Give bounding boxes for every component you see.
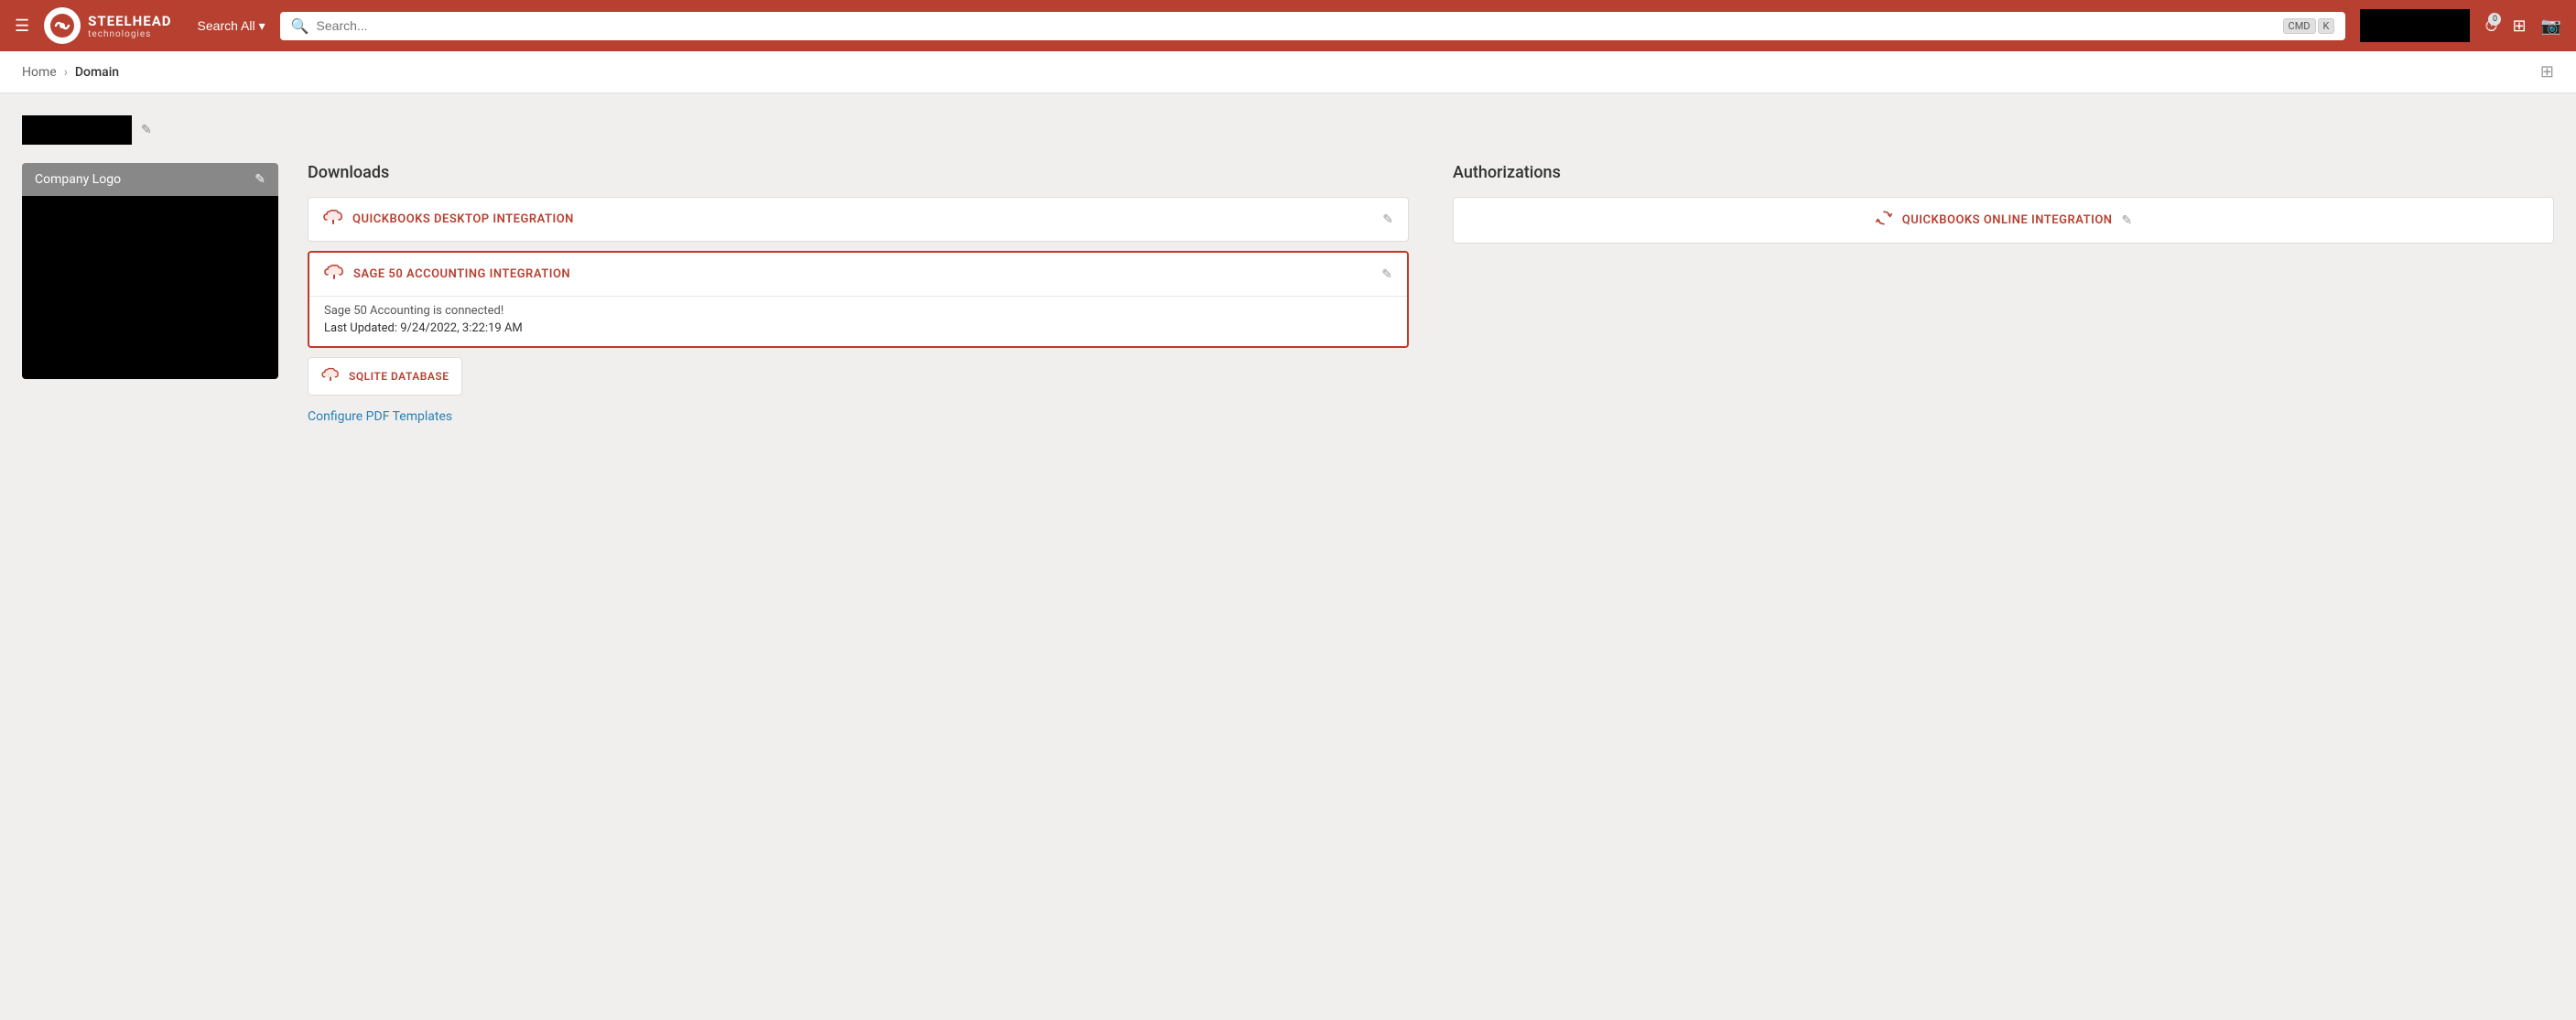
kbd-cmd: CMD	[2283, 18, 2316, 34]
logo-area: STEELHEAD technologies	[44, 7, 171, 44]
content-layout: Company Logo ✎ Downloads	[22, 163, 2554, 424]
quickbooks-desktop-button[interactable]: QUICKBOOKS DESKTOP INTEGRATION ✎	[308, 197, 1409, 242]
quickbooks-online-sync-icon	[1875, 209, 1893, 232]
company-logo-card: Company Logo ✎	[22, 163, 278, 379]
breadcrumb: Home › Domain	[22, 65, 119, 80]
logo-sub: technologies	[88, 29, 171, 39]
company-logo-header: Company Logo ✎	[22, 163, 278, 196]
breadcrumb-current: Domain	[75, 65, 119, 80]
search-container: 🔍 CMD K	[280, 12, 2346, 40]
clock-icon[interactable]: ⏱ 0	[2484, 16, 2497, 36]
sage50-status: Sage 50 Accounting is connected! Last Up…	[309, 296, 1407, 346]
breadcrumb-bar: Home › Domain ⊞	[0, 51, 2576, 93]
sqlite-cloud-icon	[321, 367, 340, 385]
sage50-cloud-icon	[324, 264, 344, 285]
quickbooks-desktop-cloud-icon	[323, 209, 343, 230]
search-all-button[interactable]: Search All ▾	[198, 18, 265, 34]
authorizations-title: Authorizations	[1453, 163, 2554, 182]
downloads-title: Downloads	[308, 163, 1409, 182]
quickbooks-online-pencil-icon[interactable]: ✎	[2122, 213, 2133, 228]
sage50-connected-text: Sage 50 Accounting is connected!	[324, 304, 1392, 318]
menu-icon[interactable]: ☰	[15, 16, 29, 36]
sage50-card: SAGE 50 ACCOUNTING INTEGRATION ✎ Sage 50…	[308, 251, 1409, 348]
company-name-edit-icon[interactable]: ✎	[141, 123, 152, 137]
header-user-box[interactable]	[2360, 9, 2470, 42]
logo-icon	[44, 7, 81, 44]
quickbooks-desktop-label: QUICKBOOKS DESKTOP INTEGRATION	[352, 212, 1373, 226]
logo-text-block: STEELHEAD technologies	[88, 12, 171, 39]
right-panel: Downloads QUICKBOOKS DESKTOP INTEGRATION…	[308, 163, 2554, 424]
search-icon: 🔍	[291, 17, 309, 35]
pin-icon[interactable]: ⊞	[2540, 62, 2554, 81]
company-logo-label: Company Logo	[35, 172, 121, 187]
left-panel: Company Logo ✎	[22, 163, 278, 424]
search-input[interactable]	[317, 18, 2276, 33]
header: ☰ STEELHEAD technologies Search All ▾ 🔍 …	[0, 0, 2576, 51]
sage50-pencil-icon[interactable]: ✎	[1381, 267, 1392, 282]
kbd-k: K	[2318, 18, 2335, 34]
company-logo-edit-icon[interactable]: ✎	[254, 172, 265, 187]
header-right: ⏱ 0 ⊞ 📷	[2360, 9, 2561, 42]
quickbooks-online-button[interactable]: QUICKBOOKS ONLINE INTEGRATION ✎	[1453, 197, 2554, 244]
company-name-box	[22, 115, 132, 145]
sage50-button[interactable]: SAGE 50 ACCOUNTING INTEGRATION ✎	[309, 253, 1407, 296]
logo-name: STEELHEAD	[88, 13, 171, 29]
breadcrumb-separator: ›	[64, 65, 68, 80]
configure-pdf-link[interactable]: Configure PDF Templates	[308, 409, 452, 424]
camera-icon[interactable]: 📷	[2541, 16, 2561, 36]
breadcrumb-home[interactable]: Home	[22, 65, 57, 80]
quickbooks-desktop-pencil-icon[interactable]: ✎	[1382, 212, 1393, 227]
company-name-row: ✎	[22, 115, 2554, 145]
sqlite-button[interactable]: SQLITE DATABASE	[308, 357, 462, 396]
sage50-label: SAGE 50 ACCOUNTING INTEGRATION	[353, 267, 1372, 281]
company-logo-image	[22, 196, 278, 379]
main-content: ✎ Company Logo ✎ Downloads	[0, 93, 2576, 446]
grid-icon[interactable]: ⊞	[2512, 16, 2526, 36]
downloads-section: Downloads QUICKBOOKS DESKTOP INTEGRATION…	[308, 163, 1409, 424]
authorizations-section: Authorizations QUICKBOOKS ONLINE INTEGRA…	[1453, 163, 2554, 424]
sqlite-label: SQLITE DATABASE	[349, 370, 449, 383]
quickbooks-online-label: QUICKBOOKS ONLINE INTEGRATION	[1902, 213, 2113, 227]
kbd-hint: CMD K	[2283, 18, 2335, 34]
notification-badge: 0	[2488, 13, 2501, 26]
sage50-updated-text: Last Updated: 9/24/2022, 3:22:19 AM	[324, 321, 1392, 335]
